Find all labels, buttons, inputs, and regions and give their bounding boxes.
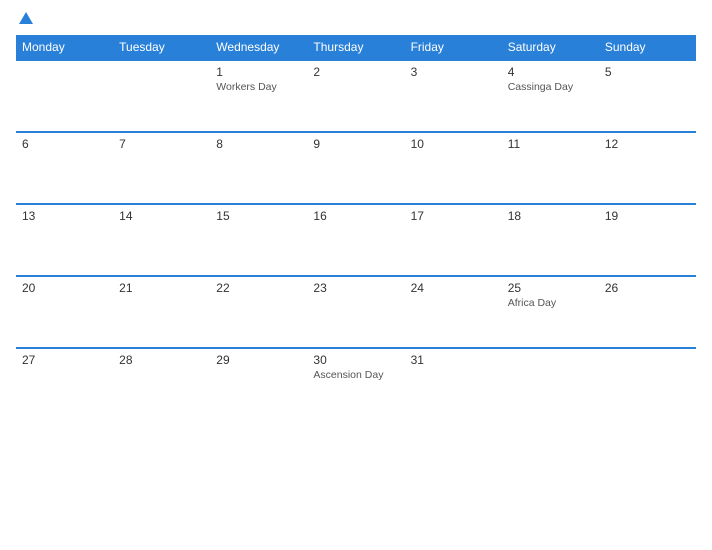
calendar-cell: [113, 60, 210, 132]
day-number: 7: [119, 137, 204, 151]
day-number: 16: [313, 209, 398, 223]
calendar-cell: 22: [210, 276, 307, 348]
calendar-cell: 1 Workers Day: [210, 60, 307, 132]
calendar-cell: 8: [210, 132, 307, 204]
day-number: 18: [508, 209, 593, 223]
day-number: 30: [313, 353, 398, 367]
calendar-cell: 11: [502, 132, 599, 204]
day-number: 15: [216, 209, 301, 223]
day-number: 25: [508, 281, 593, 295]
day-number: 20: [22, 281, 107, 295]
calendar-cell: 17: [405, 204, 502, 276]
day-number: 1: [216, 65, 301, 79]
weekday-sunday: Sunday: [599, 35, 696, 60]
calendar-cell: 28: [113, 348, 210, 420]
day-number: 4: [508, 65, 593, 79]
calendar-cell: 23: [307, 276, 404, 348]
holiday-label: Cassinga Day: [508, 81, 593, 93]
day-number: 23: [313, 281, 398, 295]
day-number: 12: [605, 137, 690, 151]
day-number: 10: [411, 137, 496, 151]
calendar-cell: 20: [16, 276, 113, 348]
calendar-cell: [502, 348, 599, 420]
calendar-cell: [599, 348, 696, 420]
calendar-cell: 29: [210, 348, 307, 420]
week-row-3: 20 21 22 23 24 25 Africa Day 26: [16, 276, 696, 348]
day-number: 5: [605, 65, 690, 79]
logo-triangle-icon: [19, 12, 33, 24]
day-number: 8: [216, 137, 301, 151]
day-number: 24: [411, 281, 496, 295]
day-number: 14: [119, 209, 204, 223]
logo: [16, 12, 33, 25]
calendar-cell: 31: [405, 348, 502, 420]
weekday-monday: Monday: [16, 35, 113, 60]
week-row-1: 6789 10 11 12: [16, 132, 696, 204]
calendar-cell: 3: [405, 60, 502, 132]
day-number: 11: [508, 137, 593, 151]
header: [16, 12, 696, 25]
week-row-4: 27 28 29 30 Ascension Day 31: [16, 348, 696, 420]
day-number: 13: [22, 209, 107, 223]
day-number: 21: [119, 281, 204, 295]
calendar-cell: [16, 60, 113, 132]
calendar-cell: 2: [307, 60, 404, 132]
calendar-cell: 26: [599, 276, 696, 348]
calendar-cell: 15: [210, 204, 307, 276]
weekday-friday: Friday: [405, 35, 502, 60]
day-number: 31: [411, 353, 496, 367]
calendar-cell: 19: [599, 204, 696, 276]
weekday-tuesday: Tuesday: [113, 35, 210, 60]
weekday-header-row: MondayTuesdayWednesdayThursdayFridaySatu…: [16, 35, 696, 60]
calendar-cell: 10: [405, 132, 502, 204]
holiday-label: Africa Day: [508, 297, 593, 309]
calendar-cell: 25 Africa Day: [502, 276, 599, 348]
calendar-cell: 24: [405, 276, 502, 348]
calendar-cell: 21: [113, 276, 210, 348]
calendar-cell: 4 Cassinga Day: [502, 60, 599, 132]
calendar-body: 1Workers Day234Cassinga Day5678910111213…: [16, 60, 696, 420]
calendar-cell: 12: [599, 132, 696, 204]
calendar-cell: 30 Ascension Day: [307, 348, 404, 420]
page: MondayTuesdayWednesdayThursdayFridaySatu…: [0, 0, 712, 550]
calendar-cell: 18: [502, 204, 599, 276]
day-number: 22: [216, 281, 301, 295]
weekday-thursday: Thursday: [307, 35, 404, 60]
holiday-label: Ascension Day: [313, 369, 398, 381]
day-number: 28: [119, 353, 204, 367]
day-number: 27: [22, 353, 107, 367]
day-number: 2: [313, 65, 398, 79]
day-number: 3: [411, 65, 496, 79]
day-number: 17: [411, 209, 496, 223]
week-row-2: 13 14 15 16 17 18 19: [16, 204, 696, 276]
calendar-cell: 14: [113, 204, 210, 276]
holiday-label: Workers Day: [216, 81, 301, 93]
day-number: 19: [605, 209, 690, 223]
calendar-table: MondayTuesdayWednesdayThursdayFridaySatu…: [16, 35, 696, 420]
calendar-cell: 5: [599, 60, 696, 132]
calendar-cell: 27: [16, 348, 113, 420]
day-number: 6: [22, 137, 107, 151]
day-number: 9: [313, 137, 398, 151]
weekday-saturday: Saturday: [502, 35, 599, 60]
calendar-cell: 13: [16, 204, 113, 276]
calendar-cell: 9: [307, 132, 404, 204]
calendar-cell: 6: [16, 132, 113, 204]
day-number: 29: [216, 353, 301, 367]
day-number: 26: [605, 281, 690, 295]
week-row-0: 1 Workers Day 234 Cassinga Day 5: [16, 60, 696, 132]
calendar-cell: 7: [113, 132, 210, 204]
calendar-header: MondayTuesdayWednesdayThursdayFridaySatu…: [16, 35, 696, 60]
weekday-wednesday: Wednesday: [210, 35, 307, 60]
calendar-cell: 16: [307, 204, 404, 276]
